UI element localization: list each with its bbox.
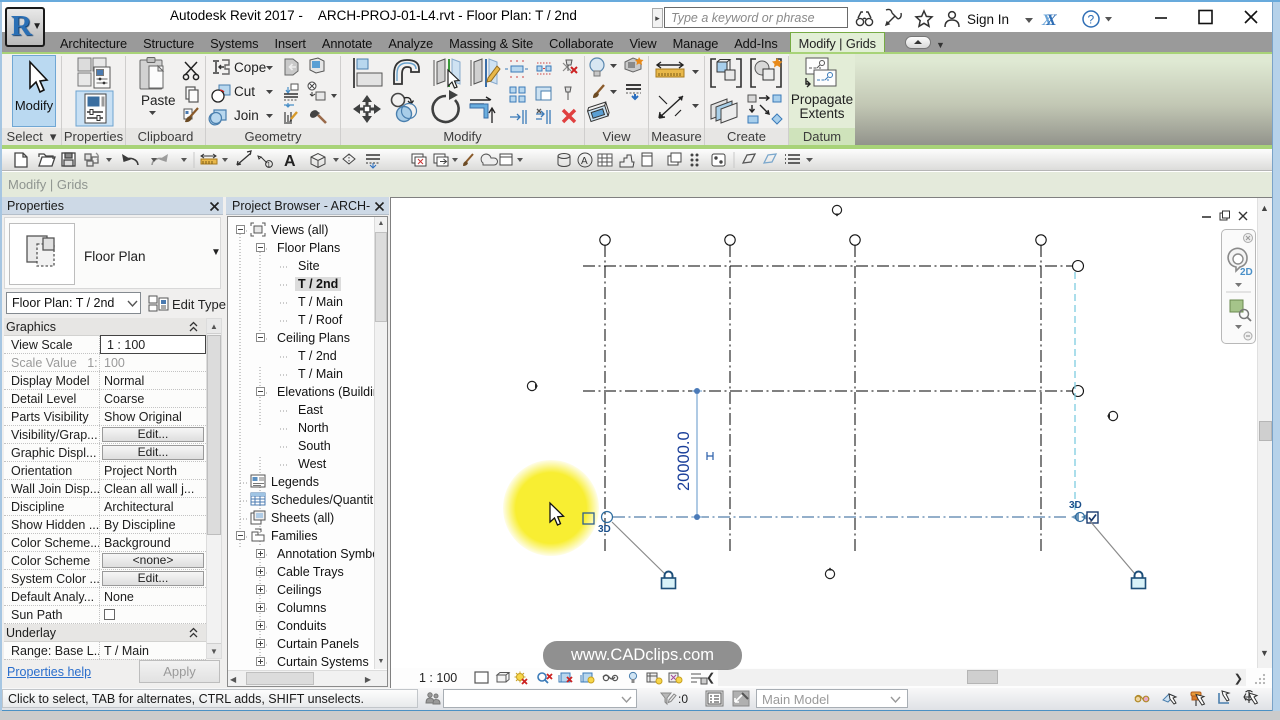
svg-text:A: A — [581, 156, 588, 167]
svg-text:Cut: Cut — [234, 84, 255, 99]
svg-text:Join: Join — [234, 108, 259, 123]
svg-text:X: X — [1045, 12, 1057, 29]
svg-text:?: ? — [1088, 13, 1095, 27]
svg-text:Paste: Paste — [141, 93, 176, 108]
svg-text:2D: 2D — [1240, 267, 1253, 278]
svg-text:A: A — [284, 153, 296, 170]
svg-text:3D: 3D — [598, 524, 611, 535]
svg-text:Cope: Cope — [234, 60, 266, 75]
svg-text:Extents: Extents — [799, 106, 844, 121]
svg-text:3D: 3D — [1069, 500, 1082, 511]
svg-text:Propagate: Propagate — [791, 92, 853, 107]
svg-text:20000.0: 20000.0 — [675, 431, 693, 491]
svg-text:Sign In: Sign In — [967, 12, 1009, 27]
svg-text:1: 1 — [267, 162, 271, 169]
